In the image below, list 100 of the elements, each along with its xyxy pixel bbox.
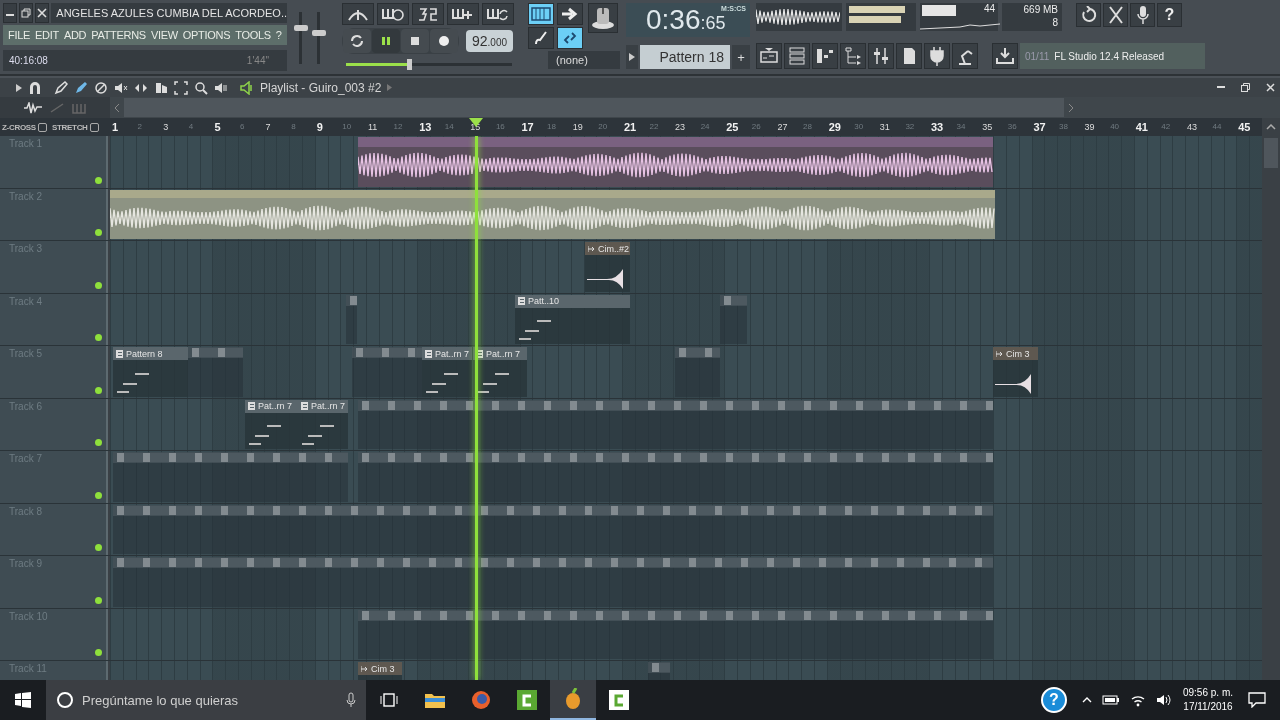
clip[interactable]: Pat..rn 7 — [298, 399, 348, 449]
clip[interactable]: Pat..rn 7 — [245, 399, 298, 449]
menu-item[interactable]: ADD — [63, 28, 87, 41]
help-button[interactable]: ? — [1040, 687, 1067, 713]
pattern-clip-strip[interactable] — [113, 557, 993, 607]
clip[interactable]: Patt..10 — [515, 294, 630, 344]
track-mute-led[interactable] — [95, 439, 102, 446]
menu-item[interactable]: EDIT — [35, 28, 59, 41]
battery-icon[interactable] — [1101, 695, 1120, 705]
toolbar-button[interactable] — [528, 3, 554, 25]
toolbar-button[interactable] — [1103, 3, 1128, 27]
volume-icon[interactable] — [1155, 693, 1172, 707]
toolbar-button[interactable] — [812, 43, 838, 70]
toolbar-button[interactable] — [447, 3, 479, 25]
toolbar-button[interactable] — [868, 43, 894, 70]
download-button[interactable] — [992, 43, 1018, 70]
add-pattern-button[interactable]: + — [732, 45, 750, 69]
pattern-icon — [116, 349, 123, 358]
record-button[interactable] — [430, 29, 458, 53]
pattern-clip-strip[interactable] — [113, 452, 348, 502]
checkbox[interactable] — [37, 122, 47, 132]
minimize-button[interactable] — [3, 3, 18, 23]
app-icon — [609, 690, 629, 710]
pattern-clip-strip[interactable] — [720, 294, 747, 344]
snap-dropdown[interactable]: (none) — [548, 51, 620, 69]
master-pitch-slider[interactable] — [346, 59, 512, 70]
track-mute-led[interactable] — [95, 229, 102, 236]
audio-clip[interactable] — [358, 137, 993, 187]
toolbar-button[interactable] — [528, 27, 554, 49]
clip[interactable]: Pat..rn 7 — [422, 347, 472, 397]
clip[interactable]: Pat..rn 7 — [473, 347, 527, 397]
menu-item[interactable]: ? — [275, 28, 282, 41]
toolbar-button[interactable] — [896, 43, 922, 70]
zoom-icon — [194, 80, 208, 95]
audio-clip[interactable] — [110, 189, 995, 239]
track-mute-led[interactable] — [95, 596, 102, 604]
track-mute-led[interactable] — [95, 334, 102, 341]
select-icon — [174, 80, 188, 95]
toolbar-button[interactable] — [342, 3, 374, 25]
clip[interactable]: Cim 3 — [358, 662, 402, 680]
help-button[interactable]: ? — [1157, 3, 1182, 27]
toolbar-button[interactable] — [1130, 3, 1155, 27]
clip[interactable]: Pattern 8 — [113, 347, 188, 397]
track-mute-led[interactable] — [95, 649, 102, 656]
toolbar-button[interactable] — [840, 43, 866, 70]
tempo-field[interactable]: 92.000 — [466, 30, 514, 52]
speaker-icon — [214, 80, 228, 95]
menu-item[interactable]: FILE — [8, 28, 31, 41]
toolbar-button[interactable] — [1076, 3, 1101, 27]
play-button[interactable] — [372, 29, 400, 53]
clip-label: Cim..#2 — [597, 243, 629, 254]
track-mute-led[interactable] — [95, 176, 102, 184]
pattern-arrow-button[interactable] — [626, 45, 638, 69]
pattern-selector[interactable]: Pattern 18 — [640, 45, 730, 69]
notifications-icon[interactable] — [1248, 692, 1266, 708]
clock-date: 17/11/2016 — [1183, 700, 1233, 714]
pattern-clip-strip[interactable] — [358, 609, 993, 659]
news-panel[interactable]: 01/11 FL Studio 12.4 Released — [1020, 43, 1205, 70]
toolbar-button[interactable] — [952, 43, 978, 70]
menu-item[interactable]: VIEW — [150, 28, 178, 41]
track-mute-led[interactable] — [95, 544, 102, 551]
pitch-slider[interactable] — [312, 12, 326, 64]
clip[interactable]: Cim..#2 — [585, 242, 630, 292]
toolbar-button[interactable] — [412, 3, 444, 25]
pattern-icon — [518, 297, 525, 305]
horizontal-scrollbar[interactable] — [110, 97, 1280, 118]
volume-slider[interactable] — [294, 12, 308, 64]
search-input[interactable]: Pregúntame lo que quieras — [80, 691, 340, 709]
track-mute-led[interactable] — [95, 281, 102, 289]
pattern-clip-strip[interactable] — [358, 399, 993, 449]
track-mute-led[interactable] — [95, 386, 102, 394]
pattern-clip-strip[interactable] — [113, 504, 993, 554]
pattern-clip-strip[interactable] — [346, 294, 357, 344]
menu-item[interactable]: TOOLS — [235, 28, 271, 41]
pattern-clip-strip[interactable] — [358, 452, 993, 502]
master-volume-knob[interactable] — [588, 3, 618, 33]
menu-item[interactable]: PATTERNS — [91, 28, 146, 41]
restore-button[interactable] — [19, 3, 34, 23]
clip[interactable]: Cim 3 — [993, 347, 1038, 397]
stop-button[interactable] — [401, 29, 429, 53]
checkbox[interactable] — [89, 122, 99, 132]
toolbar-button[interactable] — [756, 43, 782, 70]
toolbar-button[interactable] — [557, 27, 583, 49]
keyboard-icon — [71, 101, 87, 114]
toolbar-button[interactable] — [482, 3, 514, 25]
pattern-clip-strip[interactable] — [188, 347, 243, 397]
chevron-up-icon[interactable] — [1081, 697, 1092, 703]
toolbar-button[interactable] — [377, 3, 409, 25]
toolbar-button[interactable] — [924, 43, 950, 70]
song-title: ANGELES AZULES CUMBIA DEL ACORDEO.. — [51, 3, 287, 23]
loop-mode-button[interactable] — [343, 29, 371, 53]
pattern-clip-strip[interactable] — [675, 347, 720, 397]
toolbar-button[interactable] — [557, 3, 583, 25]
menu-item[interactable]: OPTIONS — [182, 28, 231, 41]
news-counter: 01/11 — [1025, 50, 1050, 62]
search-field[interactable]: Pregúntame lo que quieras — [46, 680, 366, 720]
close-button[interactable] — [35, 3, 50, 23]
pattern-clip-strip[interactable] — [352, 347, 422, 397]
wifi-icon[interactable] — [1129, 693, 1146, 707]
track-mute-led[interactable] — [95, 491, 102, 499]
